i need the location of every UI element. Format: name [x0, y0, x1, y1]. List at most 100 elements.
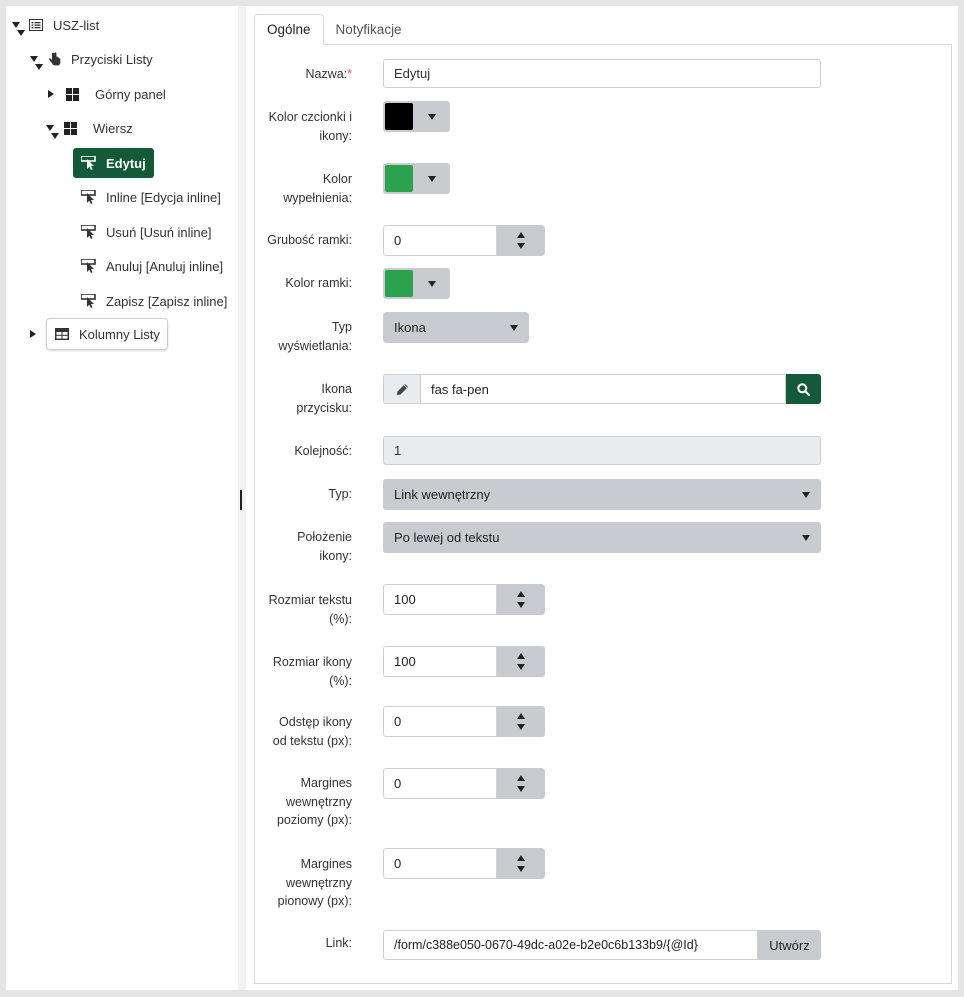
name-input[interactable]: Edytuj	[383, 59, 821, 88]
tree-node-inline[interactable]: Inline [Edycja inline]	[81, 182, 221, 212]
arrow-up-icon[interactable]	[517, 713, 525, 719]
expand-toggle-icon[interactable]	[30, 56, 43, 70]
panel-splitter[interactable]	[238, 6, 246, 990]
tree-node-label: Górny panel	[95, 86, 166, 102]
order-input: 1	[383, 436, 821, 465]
button-icon-field: fas fa-pen	[383, 374, 821, 404]
tab-general[interactable]: Ogólne	[254, 14, 324, 45]
arrow-down-icon[interactable]	[517, 866, 525, 872]
padding-horizontal-input[interactable]: 0	[383, 768, 497, 799]
stepper-buttons[interactable]	[497, 768, 545, 799]
stepper-buttons[interactable]	[497, 848, 545, 879]
icon-position-value: Po lewej od tekstu	[394, 530, 500, 545]
padding-horizontal-label: Margines wewnętrzny poziomy (px):	[276, 776, 352, 827]
padding-vertical-label: Margines wewnętrzny pionowy (px):	[277, 857, 352, 908]
stepper-buttons[interactable]	[497, 584, 545, 615]
tab-notifications[interactable]: Notyfikacje	[324, 14, 414, 45]
tree-node-cancel[interactable]: Anuluj [Anuluj inline]	[81, 251, 223, 281]
fill-color-picker[interactable]	[383, 163, 450, 194]
color-swatch	[385, 103, 413, 130]
tree-node-label: USZ-list	[53, 17, 100, 33]
link-label: Link:	[325, 936, 352, 950]
icon-spacing-input[interactable]: 0	[383, 706, 497, 737]
tree-node-buttons-group[interactable]: Przyciski Listy	[30, 44, 153, 74]
padding-vertical-input[interactable]: 0	[383, 848, 497, 879]
create-button[interactable]: Utwórz	[758, 930, 821, 960]
stepper-buttons[interactable]	[497, 706, 545, 737]
type-select[interactable]: Link wewnętrzny	[383, 479, 821, 510]
stepper-buttons[interactable]	[497, 646, 545, 677]
font-color-picker[interactable]	[383, 101, 450, 132]
arrow-up-icon[interactable]	[517, 855, 525, 861]
tree-node-columns-box[interactable]: Kolumny Listy	[46, 318, 168, 350]
chevron-down-icon	[510, 324, 518, 331]
cursor-click-icon	[81, 224, 97, 240]
display-type-select[interactable]: Ikona	[383, 312, 529, 343]
tree-node-save[interactable]: Zapisz [Zapisz inline]	[81, 286, 227, 316]
color-swatch	[385, 270, 413, 297]
border-width-input[interactable]: 0	[383, 225, 497, 256]
splitter-handle[interactable]	[240, 490, 242, 510]
chevron-down-icon	[428, 175, 436, 182]
tree-node-label: Edytuj	[106, 155, 146, 171]
arrow-down-icon[interactable]	[517, 602, 525, 608]
tree-node-label: Kolumny Listy	[79, 326, 160, 342]
cursor-click-icon	[81, 258, 97, 274]
pointer-hand-icon	[46, 51, 62, 67]
tree-node-label: Inline [Edycja inline]	[106, 189, 221, 205]
arrow-down-icon[interactable]	[517, 664, 525, 670]
type-value: Link wewnętrzny	[394, 487, 491, 502]
text-size-label: Rozmiar tekstu (%):	[268, 593, 352, 626]
icon-size-stepper[interactable]: 100	[383, 646, 545, 677]
tree-node-label: Zapisz [Zapisz inline]	[106, 293, 228, 309]
search-icon	[797, 382, 810, 396]
arrow-up-icon[interactable]	[517, 232, 525, 238]
tree-node-columns-group[interactable]: Kolumny Listy	[28, 318, 168, 350]
arrow-down-icon[interactable]	[517, 243, 525, 249]
arrow-down-icon[interactable]	[517, 724, 525, 730]
padding-vertical-stepper[interactable]: 0	[383, 848, 545, 879]
tree-node-delete[interactable]: Usuń [Usuń inline]	[81, 217, 212, 247]
arrow-down-icon[interactable]	[517, 786, 525, 792]
icon-position-label: Położenie ikony:	[297, 530, 352, 563]
link-input[interactable]: /form/c388e050-0670-49dc-a02e-b2e0c6b133…	[383, 930, 758, 960]
tree-node-row[interactable]: Wiersz	[46, 113, 133, 143]
icon-spacing-label: Odstęp ikony od tekstu (px):	[272, 715, 352, 748]
pencil-icon	[383, 374, 420, 404]
arrow-up-icon[interactable]	[517, 591, 525, 597]
text-size-stepper[interactable]: 100	[383, 584, 545, 615]
icon-position-select[interactable]: Po lewej od tekstu	[383, 522, 821, 553]
text-size-input[interactable]: 100	[383, 584, 497, 615]
border-width-stepper[interactable]: 0	[383, 225, 545, 256]
expand-toggle-icon[interactable]	[28, 329, 38, 339]
grid-icon	[62, 120, 78, 136]
border-width-label: Grubość ramki:	[267, 233, 352, 247]
display-type-value: Ikona	[394, 320, 426, 335]
type-label: Typ:	[328, 487, 352, 501]
tree-node-label: Anuluj [Anuluj inline]	[106, 258, 224, 274]
tab-bar: Ogólne Notyfikacje	[254, 14, 414, 45]
chevron-down-icon	[802, 534, 810, 541]
grid-icon	[64, 86, 80, 102]
expand-toggle-icon[interactable]	[46, 125, 59, 139]
icon-spacing-stepper[interactable]: 0	[383, 706, 545, 737]
button-icon-label: Ikona przycisku:	[296, 382, 352, 415]
border-color-picker[interactable]	[383, 268, 450, 299]
tree-panel: USZ-list Przyciski Listy Górny panel Wie…	[6, 6, 238, 990]
tree-node-top-panel[interactable]: Górny panel	[46, 79, 166, 109]
expand-toggle-icon[interactable]	[12, 22, 25, 36]
properties-panel: Ogólne Notyfikacje Nazwa:* Edytuj Kolor …	[246, 6, 958, 990]
tab-content	[254, 44, 952, 984]
stepper-buttons[interactable]	[497, 225, 545, 256]
tree-node-root[interactable]: USZ-list	[12, 10, 99, 40]
tree-node-edit[interactable]: Edytuj	[73, 148, 154, 178]
icon-size-input[interactable]: 100	[383, 646, 497, 677]
arrow-up-icon[interactable]	[517, 653, 525, 659]
color-swatch	[385, 165, 413, 192]
arrow-up-icon[interactable]	[517, 775, 525, 781]
chevron-down-icon	[428, 280, 436, 287]
padding-horizontal-stepper[interactable]: 0	[383, 768, 545, 799]
button-icon-input[interactable]: fas fa-pen	[420, 374, 786, 404]
expand-toggle-icon[interactable]	[46, 89, 56, 99]
search-icon-button[interactable]	[786, 374, 821, 404]
